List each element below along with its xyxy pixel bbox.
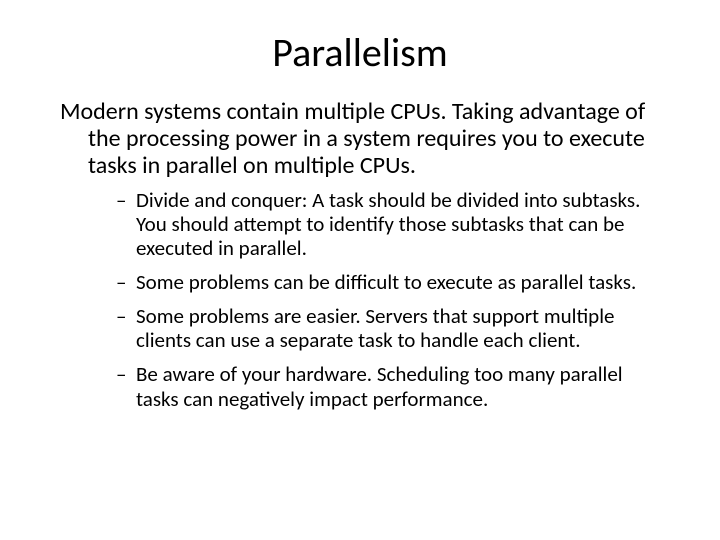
list-item: Some problems are easier. Servers that s… bbox=[116, 304, 660, 352]
slide-intro: Modern systems contain multiple CPUs. Ta… bbox=[60, 99, 660, 180]
slide-title: Parallelism bbox=[60, 28, 660, 77]
bullet-list: Divide and conquer: A task should be div… bbox=[60, 188, 660, 411]
list-item: Divide and conquer: A task should be div… bbox=[116, 188, 660, 260]
list-item: Be aware of your hardware. Scheduling to… bbox=[116, 362, 660, 410]
list-item: Some problems can be difficult to execut… bbox=[116, 270, 660, 294]
slide: Parallelism Modern systems contain multi… bbox=[0, 0, 720, 540]
